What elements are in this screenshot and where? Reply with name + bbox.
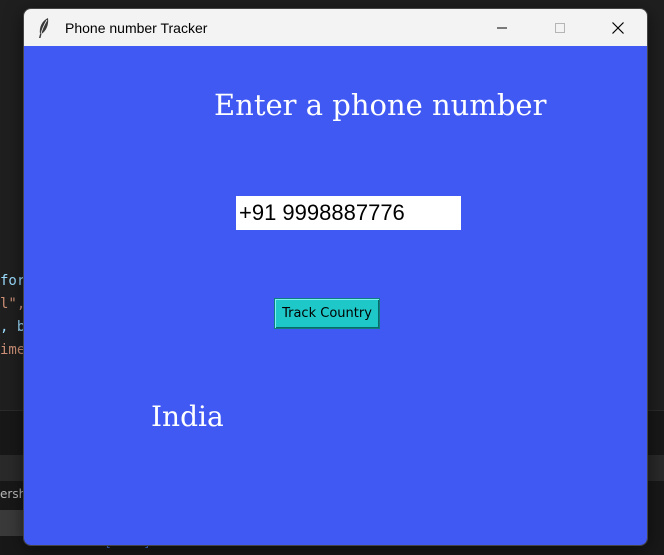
- window-controls: [473, 9, 647, 46]
- phone-number-input[interactable]: [236, 196, 461, 230]
- code-fragment: ime: [0, 342, 26, 358]
- feather-icon: [39, 17, 49, 38]
- maximize-button: [531, 9, 589, 46]
- close-button[interactable]: [589, 9, 647, 46]
- code-fragment: for: [0, 273, 26, 289]
- code-fragment: , b: [0, 319, 26, 335]
- close-icon: [612, 21, 624, 34]
- page-title: Enter a phone number: [214, 88, 547, 122]
- app-window: Phone number Tracker Enter a phone numbe…: [23, 8, 648, 546]
- code-fragment: l",: [0, 296, 26, 312]
- minimize-button[interactable]: [473, 9, 531, 46]
- window-title: Phone number Tracker: [65, 19, 208, 36]
- maximize-icon: [555, 22, 565, 33]
- app-content: Enter a phone number Track Country India: [24, 46, 647, 545]
- country-result-label: India: [151, 400, 224, 433]
- track-country-button[interactable]: Track Country: [274, 298, 380, 329]
- minimize-icon: [497, 27, 507, 28]
- title-bar[interactable]: Phone number Tracker: [24, 9, 647, 46]
